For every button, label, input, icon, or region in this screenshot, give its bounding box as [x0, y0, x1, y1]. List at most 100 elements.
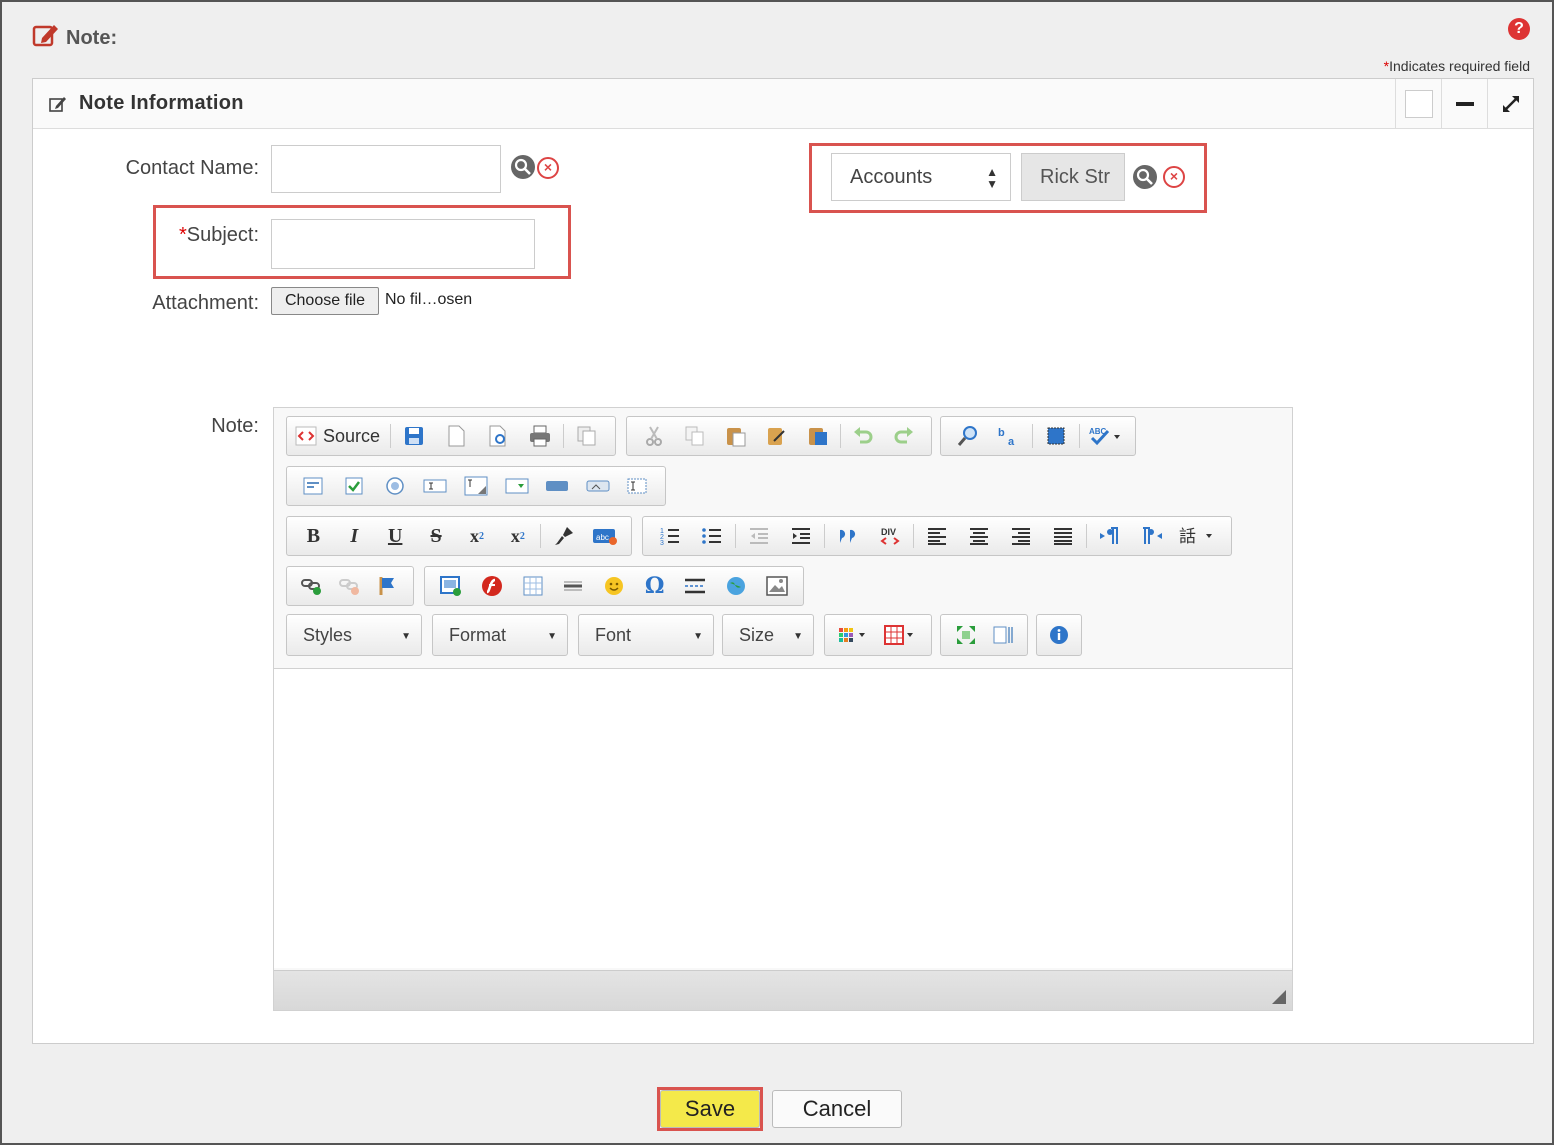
help-icon[interactable]: ?: [1508, 18, 1530, 40]
anchor-button[interactable]: [369, 567, 407, 605]
toolbar-clipboard-group: [626, 416, 932, 456]
undo-icon: [854, 427, 873, 444]
subject-input[interactable]: [271, 219, 535, 269]
related-clear-icon[interactable]: ×: [1163, 166, 1185, 188]
find-button[interactable]: [947, 417, 989, 455]
select-field-button[interactable]: [496, 467, 537, 505]
text-color-button[interactable]: [831, 616, 877, 654]
form-button-button[interactable]: [537, 467, 578, 505]
resize-handle[interactable]: [1272, 990, 1286, 1004]
cut-button[interactable]: [633, 417, 674, 455]
flash-button[interactable]: [472, 567, 513, 605]
table-button[interactable]: [512, 567, 553, 605]
language-button[interactable]: 話: [1173, 517, 1221, 555]
text-field-button[interactable]: [415, 467, 456, 505]
templates-button[interactable]: [566, 417, 608, 455]
format-dropdown[interactable]: Format ▼: [432, 614, 568, 656]
image-button-button[interactable]: [578, 467, 619, 505]
underline-icon: U: [387, 524, 403, 547]
form-button[interactable]: [293, 467, 334, 505]
link-button[interactable]: [293, 567, 331, 605]
copy-formatting-button[interactable]: [543, 517, 584, 555]
insert-image-icon: [440, 576, 462, 596]
rtl-button[interactable]: [1131, 517, 1173, 555]
smiley-button[interactable]: [594, 567, 635, 605]
undo-button[interactable]: [843, 417, 884, 455]
size-dropdown[interactable]: Size ▼: [722, 614, 814, 656]
create-div-button[interactable]: DIV: [869, 517, 911, 555]
bg-color-button[interactable]: [877, 616, 923, 654]
numbered-list-button[interactable]: 123: [649, 517, 691, 555]
hidden-field-button[interactable]: [618, 467, 659, 505]
font-dropdown[interactable]: Font ▼: [578, 614, 714, 656]
ltr-button[interactable]: [1089, 517, 1131, 555]
page-break-button[interactable]: [675, 567, 716, 605]
maximize-button[interactable]: [947, 616, 984, 654]
horizontal-rule-button[interactable]: [553, 567, 594, 605]
image-properties-button[interactable]: [756, 567, 797, 605]
size-label: Size: [739, 624, 775, 645]
textarea-button[interactable]: [456, 467, 497, 505]
related-module-select[interactable]: Accounts ▲ ▼: [831, 153, 1011, 201]
bold-button[interactable]: B: [293, 517, 334, 555]
print-button[interactable]: [519, 417, 561, 455]
unlink-button[interactable]: [331, 567, 369, 605]
paste-button[interactable]: [715, 417, 756, 455]
align-center-button[interactable]: [958, 517, 1000, 555]
replace-button[interactable]: ba: [989, 417, 1031, 455]
checkbox-button[interactable]: [334, 467, 375, 505]
new-page-button[interactable]: [435, 417, 477, 455]
redo-button[interactable]: [884, 417, 925, 455]
radio-button[interactable]: [374, 467, 415, 505]
cancel-button[interactable]: Cancel: [772, 1090, 902, 1128]
superscript-button[interactable]: x2: [497, 517, 538, 555]
attachment-label: Attachment:: [152, 292, 259, 314]
source-button[interactable]: Source: [293, 426, 388, 447]
unlink-icon: [339, 579, 359, 595]
contact-name-input[interactable]: [271, 145, 501, 193]
toolbar-about-group: [1036, 614, 1082, 656]
panel-expand-button[interactable]: [1487, 79, 1533, 128]
related-search-icon[interactable]: [1133, 165, 1157, 189]
copy-button[interactable]: [674, 417, 715, 455]
text-color-icon: [839, 628, 865, 642]
italic-button[interactable]: I: [334, 517, 375, 555]
contact-clear-icon[interactable]: ×: [537, 157, 559, 179]
subscript-icon: x2: [469, 525, 484, 546]
save-doc-button[interactable]: [393, 417, 435, 455]
special-char-button[interactable]: Ω: [634, 567, 675, 605]
svg-text:DIV: DIV: [881, 527, 896, 537]
paste-text-button[interactable]: [756, 417, 797, 455]
preview-button[interactable]: [477, 417, 519, 455]
contact-search-icon[interactable]: [511, 155, 535, 179]
blockquote-button[interactable]: [827, 517, 869, 555]
align-left-button[interactable]: [916, 517, 958, 555]
strike-button[interactable]: S: [416, 517, 457, 555]
paste-word-button[interactable]: [797, 417, 838, 455]
subscript-button[interactable]: x2: [457, 517, 498, 555]
panel-title: Note Information: [79, 92, 244, 114]
align-right-button[interactable]: [1000, 517, 1042, 555]
remove-format-button[interactable]: abc: [584, 517, 625, 555]
editor-content-area[interactable]: [274, 668, 1292, 968]
contact-name-label: Contact Name:: [125, 157, 259, 179]
select-all-button[interactable]: [1035, 417, 1077, 455]
related-record-field[interactable]: Rick Str: [1021, 153, 1125, 201]
justify-button[interactable]: [1042, 517, 1084, 555]
panel-minimize-button[interactable]: [1441, 79, 1487, 128]
iframe-button[interactable]: [716, 567, 757, 605]
spellcheck-button[interactable]: ABC: [1082, 417, 1129, 455]
subject-label-text: Subject:: [186, 224, 259, 246]
outdent-button[interactable]: [738, 517, 780, 555]
image-button[interactable]: [431, 567, 472, 605]
styles-dropdown[interactable]: Styles ▼: [286, 614, 422, 656]
show-blocks-button[interactable]: [984, 616, 1021, 654]
underline-button[interactable]: U: [375, 517, 416, 555]
indent-button[interactable]: [780, 517, 822, 555]
panel-checkbox-button[interactable]: [1395, 79, 1441, 128]
choose-file-button[interactable]: Choose file: [271, 287, 379, 315]
about-button[interactable]: [1043, 616, 1075, 654]
required-field-note: *Indicates required field: [1384, 58, 1530, 74]
paste-icon: [726, 428, 745, 447]
bulleted-list-button[interactable]: [691, 517, 733, 555]
